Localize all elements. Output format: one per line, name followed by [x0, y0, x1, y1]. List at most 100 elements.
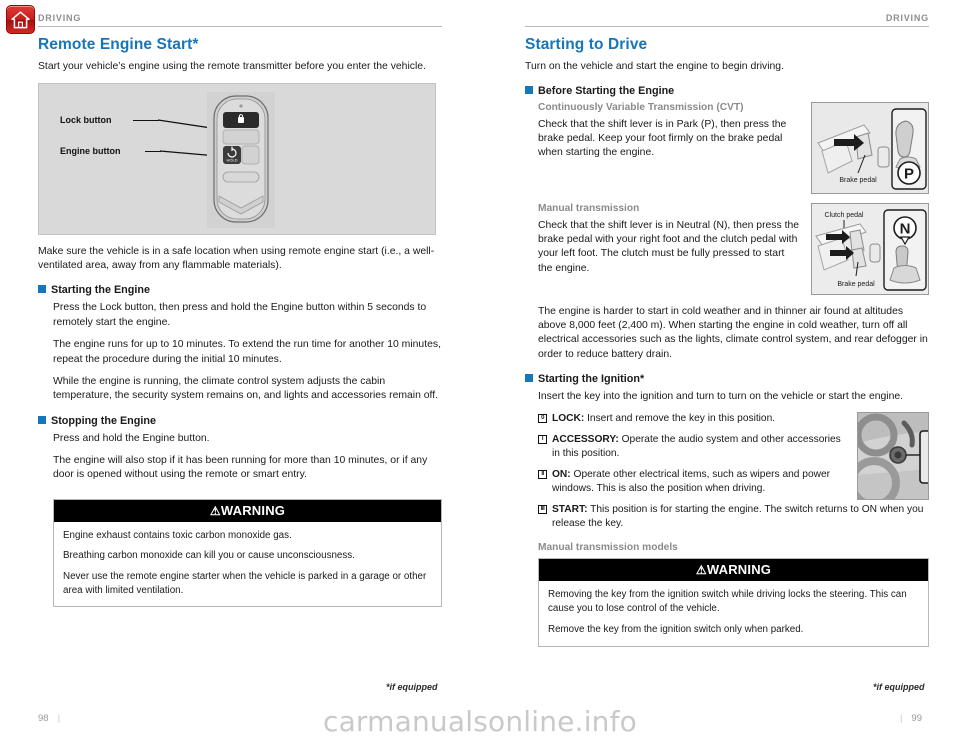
- page-folio-left: 98 |: [38, 713, 69, 724]
- cvt-label: Continuously Variable Transmission (CVT): [538, 102, 744, 114]
- manual-label: Manual transmission: [538, 203, 640, 215]
- site-watermark: carmanualsonline.info: [322, 705, 638, 738]
- key-position-0-icon: 0: [538, 413, 547, 423]
- page-title-right: Starting to Drive: [525, 36, 648, 53]
- position-text: Insert and remove the key in this positi…: [584, 412, 776, 424]
- header-rule-left: [38, 26, 442, 27]
- subsection-heading-label: Starting the Ignition*: [538, 372, 645, 385]
- intro-text-left: Start your vehicle’s engine using the re…: [38, 61, 426, 72]
- ignition-position-start: III START: This position is for starting…: [525, 503, 929, 531]
- fob-label-engine: Engine button: [60, 146, 121, 157]
- warning-box-right: ⚠WARNING Removing the key from the ignit…: [538, 558, 929, 647]
- gear-letter-n: N: [900, 221, 911, 238]
- warning-paragraph: Remove the key from the ignition switch …: [548, 623, 804, 635]
- cvt-block: Continuously Variable Transmission (CVT)…: [525, 102, 929, 195]
- key-position-III-icon: III: [538, 505, 547, 515]
- folio-divider: |: [57, 713, 61, 724]
- leader-line-lock: [133, 120, 159, 122]
- blue-square-bullet-icon: [38, 415, 46, 424]
- footnote-left: *if equipped: [386, 682, 438, 692]
- subsection-heading-label: Stopping the Engine: [51, 414, 156, 427]
- blue-square-bullet-icon: [38, 285, 46, 294]
- manual-transmission-block: Manual transmission Check that the shift…: [525, 203, 929, 296]
- svg-text:HOLD: HOLD: [226, 158, 237, 163]
- paragraph: The engine runs for up to 10 minutes. To…: [53, 339, 441, 365]
- footnote-right: *if equipped: [873, 682, 925, 692]
- warning-header-left: ⚠WARNING: [54, 499, 441, 522]
- warning-title: WARNING: [220, 502, 286, 518]
- paragraph: While the engine is running, the climate…: [53, 375, 439, 402]
- header-rule-right: [525, 26, 929, 27]
- warning-paragraph: Breathing carbon monoxide can kill you o…: [63, 550, 355, 562]
- ignition-intro-text: Insert the key into the ignition and tur…: [538, 390, 904, 402]
- intro-text-right: Turn on the vehicle and start the engine…: [525, 61, 784, 72]
- warning-paragraph: Never use the remote engine starter when…: [63, 571, 427, 596]
- blue-square-bullet-icon: [525, 86, 533, 95]
- ignition-switch-illustration: [857, 412, 928, 499]
- position-term: START:: [552, 504, 588, 516]
- running-head-right: DRIVING: [885, 13, 929, 23]
- page-number-left: 98: [38, 713, 49, 724]
- clutch-pedal-caption: Clutch pedal: [825, 212, 864, 219]
- warning-header-right: ⚠WARNING: [539, 559, 928, 582]
- position-term: LOCK:: [552, 412, 585, 424]
- paragraph: The engine will also stop if it has been…: [53, 454, 428, 481]
- right-column: DRIVING Starting to Drive Turn on the ve…: [525, 0, 929, 647]
- subsection-heading-label: Before Starting the Engine: [538, 85, 675, 98]
- subsection-starting-the-engine-heading: Starting the Engine: [38, 284, 442, 296]
- ignition-positions-block: 0 LOCK: Insert and remove the key in thi…: [525, 411, 929, 503]
- manual-text: Check that the shift lever is in Neutral…: [538, 220, 800, 274]
- ignition-switch-figure: [856, 411, 929, 500]
- cvt-text-block: Continuously Variable Transmission (CVT)…: [538, 102, 801, 168]
- subsection-before-starting-heading: Before Starting the Engine: [525, 85, 929, 97]
- folio-divider: |: [899, 713, 903, 724]
- cvt-text: Check that the shift lever is in Park (P…: [538, 119, 787, 159]
- blue-square-bullet-icon: [525, 373, 533, 382]
- left-column: DRIVING Remote Engine Start* Start your …: [38, 0, 442, 608]
- manual-models-label: Manual transmission models: [538, 542, 678, 554]
- clutch-brake-neutral-illustration: Clutch pedal Brake pedal N: [812, 204, 928, 295]
- fob-label-lock: Lock button: [60, 115, 112, 126]
- gear-letter-p: P: [904, 166, 914, 183]
- brake-pedal-caption: Brake pedal: [839, 177, 877, 184]
- manual-page: DRIVING Remote Engine Start* Start your …: [0, 0, 960, 738]
- position-term: ON:: [552, 469, 571, 481]
- warning-triangle-icon: ⚠: [209, 503, 221, 518]
- subsection-heading-label: Starting the Engine: [51, 284, 150, 297]
- key-position-I-icon: I: [538, 434, 547, 444]
- subsection-starting-ignition-heading: Starting the Ignition*: [525, 373, 929, 385]
- leader-line-engine: [145, 151, 161, 153]
- warning-paragraph: Engine exhaust contains toxic carbon mon…: [63, 529, 292, 541]
- page-folio-right: | 99: [891, 713, 922, 724]
- brake-pedal-park-illustration: Brake pedal P: [812, 103, 928, 194]
- ignition-position-accessory: I ACCESSORY: Operate the audio system an…: [538, 433, 847, 461]
- ignition-positions-list: 0 LOCK: Insert and remove the key in thi…: [538, 412, 847, 503]
- clutch-brake-neutral-figure: Clutch pedal Brake pedal N: [811, 203, 929, 296]
- warning-triangle-icon: ⚠: [695, 563, 707, 578]
- warning-body-left: Engine exhaust contains toxic carbon mon…: [54, 522, 441, 607]
- paragraph: Press the Lock button, then press and ho…: [53, 302, 427, 328]
- page-number-right: 99: [911, 713, 922, 724]
- stopping-the-engine-body: Press and hold the Engine button. The en…: [38, 432, 442, 483]
- position-text: This position is for starting the engine…: [552, 504, 924, 530]
- warning-box-left: ⚠WARNING Engine exhaust contains toxic c…: [53, 498, 442, 608]
- key-fob-illustration: HOLD: [213, 95, 269, 223]
- manual-text-block: Manual transmission Check that the shift…: [538, 203, 801, 284]
- paragraph: Press and hold the Engine button.: [53, 432, 210, 444]
- warning-paragraph: Removing the key from the ignition switc…: [548, 589, 907, 615]
- starting-the-engine-body: Press the Lock button, then press and ho…: [38, 301, 442, 403]
- brake-pedal-park-figure: Brake pedal P: [811, 102, 929, 195]
- subsection-stopping-the-engine-heading: Stopping the Engine: [38, 415, 442, 427]
- warning-body-right: Removing the key from the ignition switc…: [539, 581, 928, 645]
- brake-pedal-caption: Brake pedal: [837, 281, 875, 288]
- position-term: ACCESSORY:: [552, 433, 619, 445]
- running-head-left: DRIVING: [38, 13, 82, 23]
- key-fob-figure: Lock button Engine button HOLD: [38, 83, 436, 236]
- key-position-II-icon: II: [538, 470, 547, 480]
- ignition-position-lock: 0 LOCK: Insert and remove the key in thi…: [538, 412, 847, 426]
- cold-weather-text: The engine is harder to start in cold we…: [538, 306, 928, 360]
- position-text: Operate other electrical items, such as …: [552, 469, 831, 495]
- page-title-left: Remote Engine Start*: [38, 36, 199, 53]
- home-icon[interactable]: [6, 5, 35, 34]
- ignition-position-on: II ON: Operate other electrical items, s…: [538, 468, 847, 496]
